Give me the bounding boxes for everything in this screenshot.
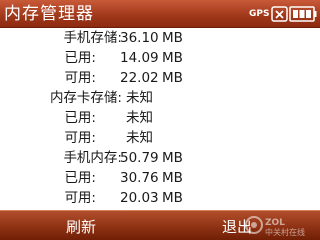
zol-watermark-logo: ZOL 中关村在线 [245, 216, 305, 237]
phone-storage-free-unit: MB [162, 70, 183, 86]
phone-memory-used-value: 30.76 [120, 170, 159, 186]
phone-storage-used-value: 14.09 [120, 50, 159, 66]
phone-storage-total-row: 手机存储: 36.10 MB [0, 28, 320, 48]
card-storage-used-value: 未知 [126, 110, 153, 126]
phone-memory-free-value: 20.03 [120, 190, 159, 206]
phone-storage-free-label: 可用: [64, 70, 96, 86]
phone-storage-label: 手机存储: [63, 30, 122, 46]
phone-storage-used-row: 已用: 14.09 MB [0, 48, 320, 68]
gps-indicator: GPS [249, 9, 270, 19]
status-icons [271, 6, 317, 22]
memory-info: 手机存储: 36.10 MB 已用: 14.09 MB 可用: 22.02 MB… [0, 28, 320, 210]
phone-memory-used-unit: MB [162, 170, 183, 186]
connectivity-icon [271, 6, 288, 22]
refresh-softkey[interactable]: 刷新 [66, 217, 96, 237]
phone-memory-total-unit: MB [162, 150, 183, 166]
phone-storage-used-unit: MB [162, 50, 183, 66]
card-storage-total-value: 未知 [126, 90, 153, 106]
phone-memory-used-label: 已用: [64, 170, 96, 186]
phone-memory-total-row: 手机内存: 50.79 MB [0, 148, 320, 168]
phone-memory-label: 手机内存: [63, 150, 122, 166]
card-storage-total-row: 内存卡存储: 未知 [0, 88, 320, 108]
phone-memory-free-label: 可用: [64, 190, 96, 206]
phone-storage-total-unit: MB [162, 30, 183, 46]
card-storage-free-label: 可用: [64, 130, 96, 146]
title-bar: 内存管理器 GPS [0, 0, 320, 28]
phone-memory-free-row: 可用: 20.03 MB [0, 188, 320, 208]
battery-icon [289, 6, 317, 22]
phone-memory-total-value: 50.79 [120, 150, 159, 166]
card-storage-label: 内存卡存储: [49, 90, 122, 106]
card-storage-used-row: 已用: 未知 [0, 108, 320, 128]
card-storage-free-value: 未知 [126, 130, 153, 146]
card-storage-free-row: 可用: 未知 [0, 128, 320, 148]
phone-storage-used-label: 已用: [64, 50, 96, 66]
phone-storage-free-value: 22.02 [120, 70, 159, 86]
phone-storage-total-value: 36.10 [120, 30, 159, 46]
phone-storage-free-row: 可用: 22.02 MB [0, 68, 320, 88]
app-title: 内存管理器 [4, 4, 94, 24]
watermark-brand: ZOL [265, 218, 285, 228]
phone-memory-used-row: 已用: 30.76 MB [0, 168, 320, 188]
card-storage-used-label: 已用: [64, 110, 96, 126]
watermark-text: 中关村在线 [265, 227, 305, 237]
phone-memory-free-unit: MB [162, 190, 183, 206]
